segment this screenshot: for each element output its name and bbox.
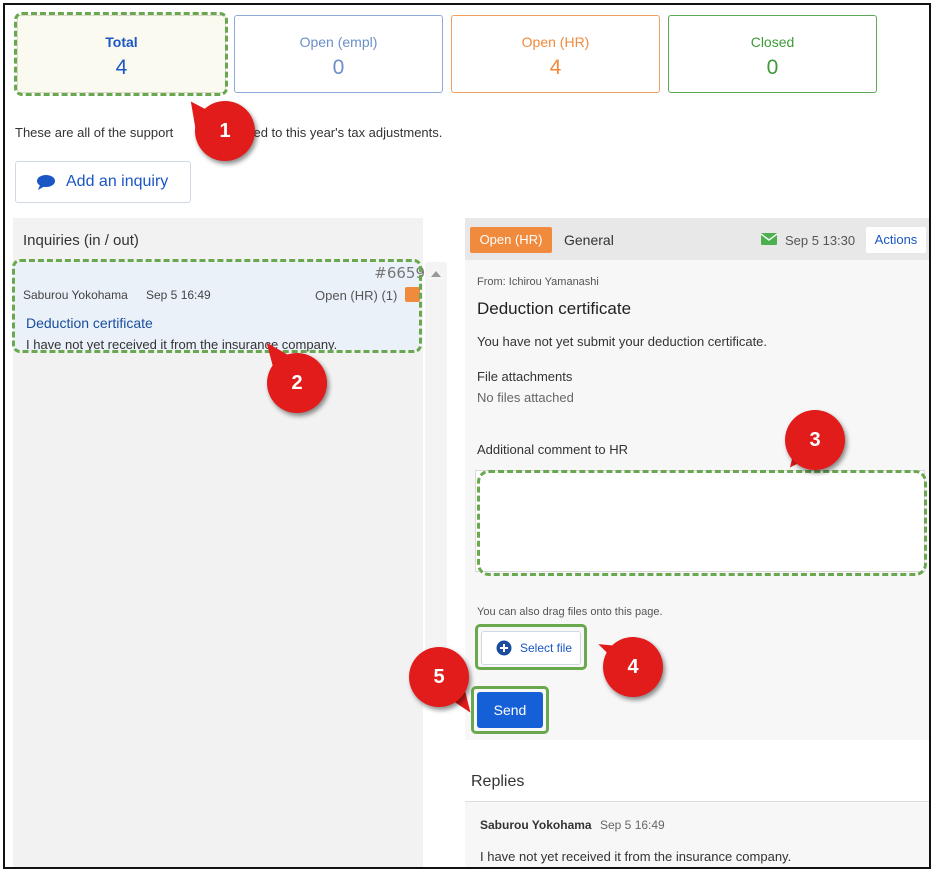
plus-circle-icon <box>496 640 512 656</box>
detail-from: From: Ichirou Yamanashi <box>477 276 599 288</box>
inquiry-id: #6659 <box>374 264 425 282</box>
inquiry-date: Sep 5 16:49 <box>146 288 211 302</box>
inquiry-status: Open (HR) (1) <box>315 288 398 303</box>
detail-status-badge: Open (HR) <box>470 227 552 253</box>
total-label: Total <box>105 34 138 50</box>
speech-bubble-icon <box>36 174 56 190</box>
app-frame: Total 4 Open (empl) 0 Open (HR) 4 Closed… <box>3 3 931 869</box>
inquiry-title: Deduction certificate <box>26 315 153 331</box>
open-empl-value: 0 <box>332 56 345 79</box>
reply-text: I have not yet received it from the insu… <box>480 849 792 864</box>
detail-category: General <box>564 232 614 248</box>
closed-value: 0 <box>766 56 779 79</box>
reply-date: Sep 5 16:49 <box>600 818 665 832</box>
closed-label: Closed <box>750 34 795 50</box>
detail-title: Deduction certificate <box>477 299 632 318</box>
attachments-value: No files attached <box>477 390 574 405</box>
callout-1: 1 <box>195 101 255 161</box>
status-color-square <box>405 287 420 302</box>
inquiry-author: Saburou Yokohama <box>23 288 128 302</box>
reply-author: Saburou Yokohama <box>480 818 592 832</box>
callout-4: 4 <box>603 637 663 697</box>
scroll-up-icon <box>431 271 441 277</box>
replies-heading: Replies <box>471 773 525 790</box>
callout-2: 2 <box>267 353 327 413</box>
comment-textarea[interactable] <box>475 470 925 572</box>
detail-message: You have not yet submit your deduction c… <box>477 334 768 349</box>
actions-button[interactable]: Actions <box>866 227 926 253</box>
open-hr-card[interactable]: Open (HR) 4 <box>451 15 660 93</box>
open-hr-label: Open (HR) <box>521 34 590 50</box>
closed-card[interactable]: Closed 0 <box>668 15 877 93</box>
total-card[interactable]: Total 4 <box>17 15 226 93</box>
detail-timestamp: Sep 5 13:30 <box>785 233 856 248</box>
inquiry-snippet: I have not yet received it from the insu… <box>26 337 338 352</box>
open-empl-card[interactable]: Open (empl) 0 <box>234 15 443 93</box>
add-inquiry-button[interactable]: Add an inquiry <box>15 161 191 203</box>
send-button[interactable]: Send <box>477 692 543 728</box>
description-start: These are all of the support <box>15 125 174 140</box>
total-value: 4 <box>115 56 128 79</box>
open-empl-label: Open (empl) <box>299 34 378 50</box>
select-file-label: Select file <box>520 641 573 655</box>
inquiries-heading: Inquiries (in / out) <box>23 232 139 249</box>
drag-hint: You can also drag files onto this page. <box>477 606 663 618</box>
description-end: elated to this year's tax adjustments. <box>232 125 443 140</box>
attachments-label: File attachments <box>477 369 573 384</box>
reply-item: Saburou Yokohama Sep 5 16:49 I have not … <box>465 801 929 867</box>
comment-label: Additional comment to HR <box>477 442 629 457</box>
inquiry-list-item[interactable]: #6659 Saburou Yokohama Sep 5 16:49 Open … <box>13 262 425 352</box>
inquiries-scrollbar[interactable] <box>425 262 447 662</box>
callout-3: 3 <box>785 410 845 470</box>
envelope-icon <box>761 233 777 245</box>
callout-5: 5 <box>409 647 469 707</box>
add-inquiry-label: Add an inquiry <box>66 173 169 190</box>
select-file-button[interactable]: Select file <box>481 631 581 665</box>
open-hr-value: 4 <box>549 56 562 79</box>
